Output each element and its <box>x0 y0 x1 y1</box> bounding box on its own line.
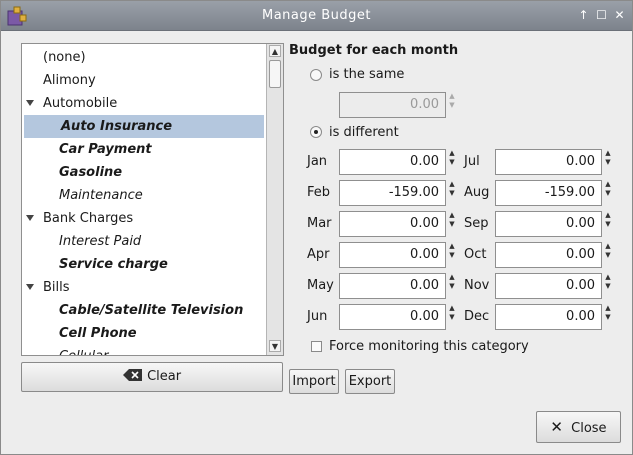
category-label: (none) <box>43 50 86 65</box>
different-radio-label[interactable]: is different <box>329 125 399 140</box>
category-row[interactable]: Cellular <box>22 345 266 355</box>
category-row[interactable]: Interest Paid <box>22 230 266 253</box>
scroll-down-icon[interactable]: ▼ <box>269 340 281 352</box>
month-value-spinner[interactable]: ▲ ▼ <box>603 304 613 330</box>
expander-down-icon[interactable] <box>26 284 34 290</box>
month-label: Sep <box>464 216 489 231</box>
month-value-input[interactable]: -159.00 <box>339 180 446 206</box>
category-label: Maintenance <box>59 188 143 203</box>
manage-budget-window: Manage Budget ↑ ☐ ✕ (none) Alimony Automob… <box>0 0 633 455</box>
month-value-spinner[interactable]: ▲ ▼ <box>603 149 613 175</box>
month-value-spinner[interactable]: ▲ ▼ <box>447 180 457 206</box>
month-value-input[interactable]: 0.00 <box>495 211 602 237</box>
close-button[interactable]: ✕ Close <box>536 411 621 443</box>
month-value-input[interactable]: 0.00 <box>495 149 602 175</box>
month-value-input[interactable]: 0.00 <box>339 149 446 175</box>
category-label: Gasoline <box>59 165 123 180</box>
keep-above-icon[interactable]: ↑ <box>577 9 590 22</box>
month-value-spinner[interactable]: ▲ ▼ <box>603 242 613 268</box>
clear-button-label: Clear <box>147 369 182 384</box>
category-row[interactable]: Cable/Satellite Television <box>22 299 266 322</box>
category-list[interactable]: (none) Alimony Automobile Auto Insurance Car… <box>21 43 284 356</box>
category-row[interactable]: Gasoline <box>22 161 266 184</box>
month-value-spinner[interactable]: ▲ ▼ <box>603 180 613 206</box>
month-value-spinner[interactable]: ▲ ▼ <box>603 273 613 299</box>
force-monitoring-checkbox[interactable] <box>311 341 322 352</box>
month-value-input[interactable]: 0.00 <box>339 211 446 237</box>
force-monitoring-label[interactable]: Force monitoring this category <box>329 339 529 354</box>
category-label: Cable/Satellite Television <box>59 303 244 318</box>
category-label: Auto Insurance <box>61 119 173 134</box>
month-value-spinner[interactable]: ▲ ▼ <box>447 211 457 237</box>
month-value-spinner[interactable]: ▲ ▼ <box>447 304 457 330</box>
month-label: Mar <box>307 216 332 231</box>
month-value-input[interactable]: 0.00 <box>495 304 602 330</box>
maximize-icon[interactable]: ☐ <box>595 9 608 22</box>
category-label: Alimony <box>43 73 96 88</box>
month-value-spinner[interactable]: ▲ ▼ <box>447 273 457 299</box>
category-row[interactable]: Maintenance <box>22 184 266 207</box>
clear-icon <box>122 369 142 381</box>
category-row[interactable]: Cell Phone <box>22 322 266 345</box>
month-value-input[interactable]: 0.00 <box>495 242 602 268</box>
scroll-up-icon[interactable]: ▲ <box>269 45 281 57</box>
month-label: Aug <box>464 185 490 200</box>
month-value-input[interactable]: -159.00 <box>495 180 602 206</box>
category-label: Cellular <box>59 345 108 355</box>
scrollbar-thumb[interactable] <box>269 60 281 88</box>
same-radio-label[interactable]: is the same <box>329 67 404 82</box>
category-row[interactable]: Alimony <box>22 69 266 92</box>
category-label: Bills <box>43 280 70 295</box>
close-button-label: Close <box>571 421 607 436</box>
expander-down-icon[interactable] <box>26 100 34 106</box>
category-row[interactable]: Service charge <box>22 253 266 276</box>
month-label: Jul <box>464 154 480 169</box>
window-title: Manage Budget <box>261 8 372 23</box>
category-label: Interest Paid <box>59 234 142 249</box>
export-button[interactable]: Export <box>345 369 395 394</box>
month-value-input[interactable]: 0.00 <box>339 242 446 268</box>
category-row[interactable]: Auto Insurance <box>24 115 264 138</box>
month-label: Jan <box>307 154 328 169</box>
category-row[interactable]: Automobile <box>22 92 266 115</box>
month-value-input[interactable]: 0.00 <box>339 273 446 299</box>
month-label: Jun <box>307 309 328 324</box>
clear-button[interactable]: Clear <box>21 362 283 392</box>
month-label: Apr <box>307 247 330 262</box>
month-value-spinner[interactable]: ▲ ▼ <box>447 149 457 175</box>
category-label: Service charge <box>59 257 168 272</box>
month-value-spinner[interactable]: ▲ ▼ <box>447 242 457 268</box>
month-label: May <box>307 278 334 293</box>
month-label: Feb <box>307 185 331 200</box>
month-label: Dec <box>464 309 490 324</box>
category-list-scrollbar[interactable]: ▲ ▼ <box>266 44 283 355</box>
category-row[interactable]: Car Payment <box>22 138 266 161</box>
budget-section-title: Budget for each month <box>289 43 459 58</box>
same-radio[interactable] <box>310 69 322 81</box>
expander-down-icon[interactable] <box>26 215 34 221</box>
category-row[interactable]: Bills <box>22 276 266 299</box>
category-label: Automobile <box>43 96 118 111</box>
month-value-input[interactable]: 0.00 <box>339 304 446 330</box>
title-bar[interactable]: Manage Budget ↑ ☐ ✕ <box>1 1 632 31</box>
category-label: Bank Charges <box>43 211 134 226</box>
category-label: Cell Phone <box>59 326 137 341</box>
close-window-icon[interactable]: ✕ <box>613 9 626 22</box>
month-label: Oct <box>464 247 487 262</box>
category-row[interactable]: (none) <box>22 46 266 69</box>
different-radio[interactable] <box>310 126 322 138</box>
month-label: Nov <box>464 278 490 293</box>
month-value-spinner[interactable]: ▲ ▼ <box>603 211 613 237</box>
category-tree[interactable]: (none) Alimony Automobile Auto Insurance Car… <box>22 44 266 355</box>
same-value-input[interactable]: 0.00 <box>339 92 446 118</box>
category-label: Car Payment <box>59 142 152 157</box>
import-button[interactable]: Import <box>289 369 339 394</box>
close-icon: ✕ <box>550 418 563 436</box>
category-row[interactable]: Bank Charges <box>22 207 266 230</box>
month-value-input[interactable]: 0.00 <box>495 273 602 299</box>
same-value-spinner[interactable]: ▲ ▼ <box>447 92 457 118</box>
